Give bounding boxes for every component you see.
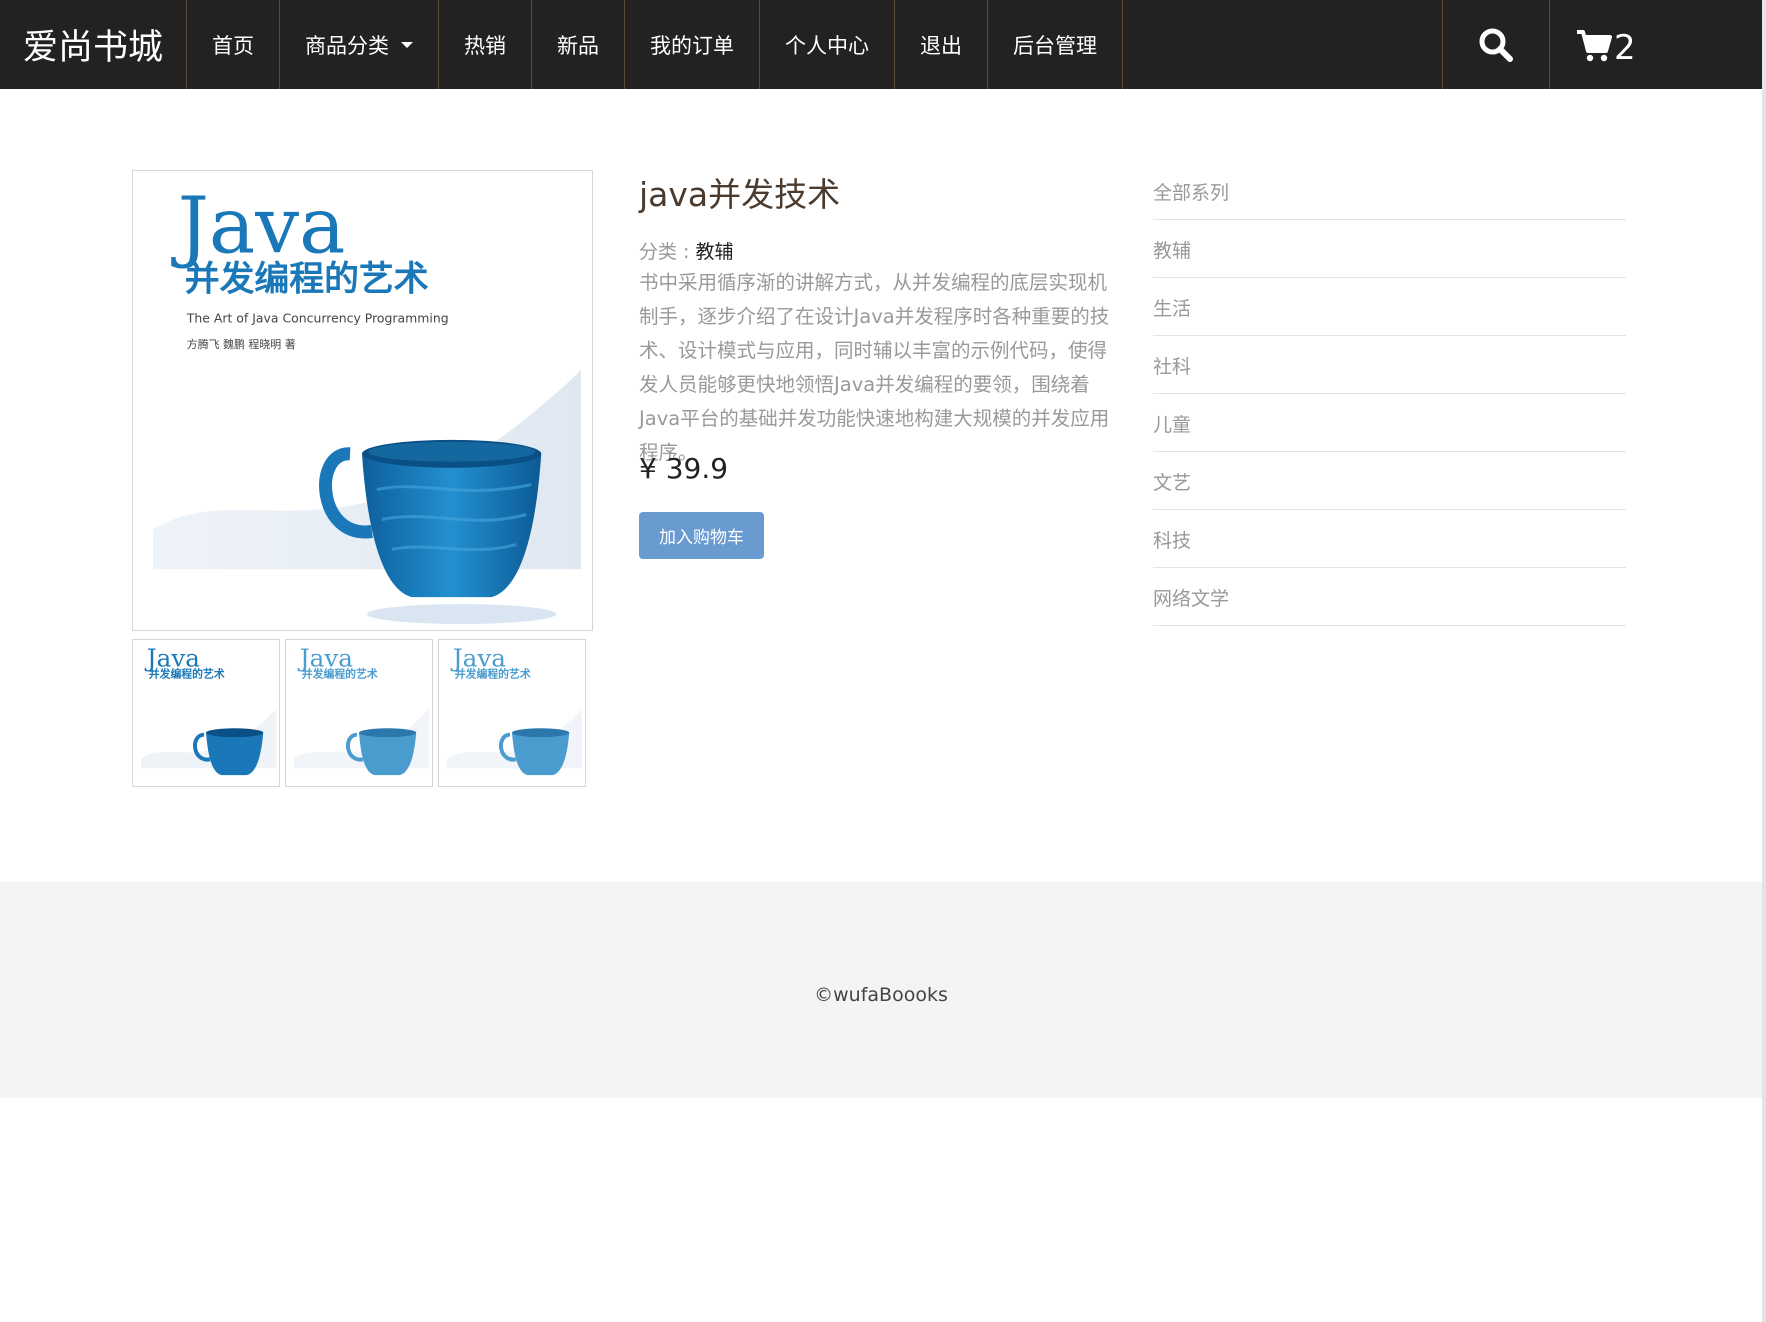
category-item-children[interactable]: 儿童 xyxy=(1153,395,1626,452)
nav-profile-label: 个人中心 xyxy=(785,33,869,58)
category-item-technology[interactable]: 科技 xyxy=(1153,511,1626,568)
nav-categories-label: 商品分类 xyxy=(305,33,389,58)
cover-authors: 方腾飞 魏鹏 程晓明 著 xyxy=(187,337,296,351)
nav-my-orders-label: 我的订单 xyxy=(650,33,734,58)
thumb-title-cn: 并发编程的艺术 xyxy=(149,666,225,680)
thumb-title-cn: 并发编程的艺术 xyxy=(455,666,531,680)
nav-logout-label: 退出 xyxy=(920,33,962,58)
nav-my-orders[interactable]: 我的订单 xyxy=(625,0,760,89)
cover-title-cn: 并发编程的艺术 xyxy=(185,258,429,299)
product-title: java并发技术 xyxy=(639,175,841,214)
nav-new[interactable]: 新品 xyxy=(532,0,625,89)
search-button[interactable] xyxy=(1442,0,1550,89)
nav-categories-dropdown[interactable]: 商品分类 xyxy=(280,0,439,89)
category-item-literature[interactable]: 文艺 xyxy=(1153,453,1626,510)
brand-logo[interactable]: 爱尚书城 xyxy=(0,0,187,89)
product-price: ¥ 39.9 xyxy=(639,452,729,485)
product-thumbnail-1[interactable]: Java 并发编程的艺术 xyxy=(132,639,280,787)
category-item-web-fiction[interactable]: 网络文学 xyxy=(1153,569,1626,626)
footer-copyright: ©wufaBoooks xyxy=(814,984,948,1006)
nav-logout[interactable]: 退出 xyxy=(895,0,988,89)
cover-subtitle: The Art of Java Concurrency Programming xyxy=(186,310,449,325)
product-description: 书中采用循序渐的讲解方式，从并发编程的底层实现机制手，逐步介绍了在设计Java并… xyxy=(639,271,1110,464)
product-main-image[interactable]: Java 并发编程的艺术 The Art of Java Concurrency… xyxy=(132,170,593,631)
product-category: 分类 : 教辅 xyxy=(639,237,734,264)
book-cover-thumbnail: Java 并发编程的艺术 xyxy=(286,640,432,786)
nav-home[interactable]: 首页 xyxy=(187,0,280,89)
book-cover-thumbnail: Java 并发编程的艺术 xyxy=(133,640,279,786)
thumb-title-cn: 并发编程的艺术 xyxy=(302,666,378,680)
nav-profile[interactable]: 个人中心 xyxy=(760,0,895,89)
page-footer: ©wufaBoooks xyxy=(0,882,1762,1098)
product-thumbnail-3[interactable]: Java 并发编程的艺术 xyxy=(438,639,586,787)
category-item-all[interactable]: 全部系列 xyxy=(1153,163,1626,220)
cart-count-badge: 2 xyxy=(1614,27,1636,68)
search-icon xyxy=(1479,28,1513,62)
caret-down-icon xyxy=(401,41,413,48)
book-cover-thumbnail: Java 并发编程的艺术 xyxy=(439,640,585,786)
navbar-spacer xyxy=(1123,0,1442,89)
category-item-tutoring[interactable]: 教辅 xyxy=(1153,221,1626,278)
category-item-life[interactable]: 生活 xyxy=(1153,279,1626,336)
nav-admin-label: 后台管理 xyxy=(1013,33,1097,58)
cart-icon xyxy=(1577,29,1612,61)
add-to-cart-button[interactable]: 加入购物车 xyxy=(639,512,764,559)
nav-hot-label: 热销 xyxy=(464,33,506,58)
nav-admin[interactable]: 后台管理 xyxy=(988,0,1123,89)
nav-home-label: 首页 xyxy=(212,33,254,58)
window-scrollbar-edge xyxy=(1762,0,1766,1322)
nav-new-label: 新品 xyxy=(557,33,599,58)
category-item-social-science[interactable]: 社科 xyxy=(1153,337,1626,394)
product-thumbnail-2[interactable]: Java 并发编程的艺术 xyxy=(285,639,433,787)
category-value: 教辅 xyxy=(695,241,734,263)
top-navbar: 爱尚书城 首页 商品分类 热销 新品 我的订单 个人中心 退出 后台管理 2 xyxy=(0,0,1762,89)
category-sidebar: 全部系列 教辅 生活 社科 儿童 文艺 科技 网络文学 xyxy=(1153,163,1626,627)
book-cover-image: Java 并发编程的艺术 The Art of Java Concurrency… xyxy=(133,171,592,630)
nav-hot[interactable]: 热销 xyxy=(439,0,532,89)
category-label: 分类 : xyxy=(639,241,696,263)
cart-button[interactable]: 2 xyxy=(1550,0,1762,89)
